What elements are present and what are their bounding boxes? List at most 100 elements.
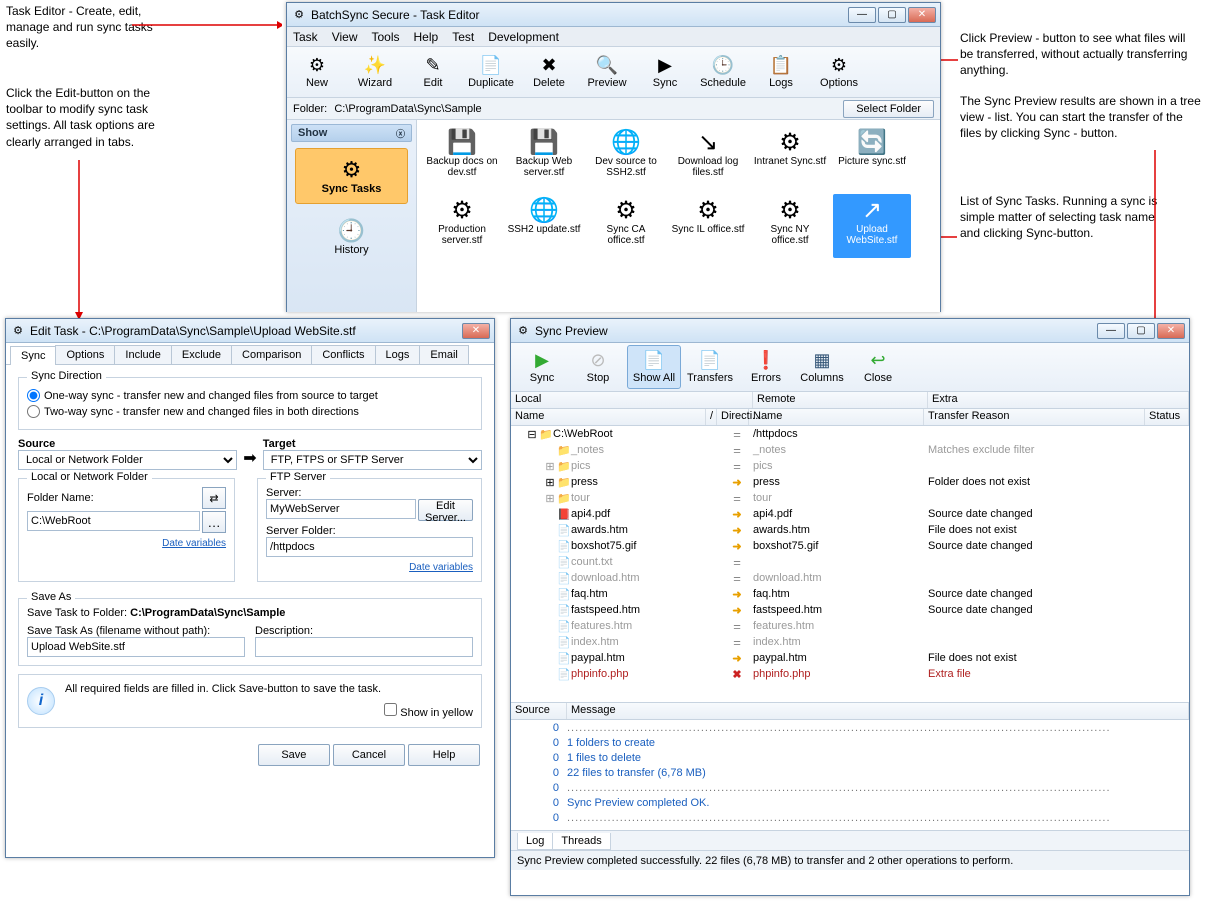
server-input[interactable]: [266, 499, 416, 519]
tree-row[interactable]: 📄faq.htm➜faq.htmSource date changed: [511, 586, 1189, 602]
tree-row[interactable]: ⊟📁C:\WebRoot=/httpdocs: [511, 426, 1189, 442]
log-col-source[interactable]: Source: [511, 703, 567, 719]
side-panel-header[interactable]: Show ⓧ: [291, 124, 412, 142]
menu-task[interactable]: Task: [293, 30, 318, 44]
pv-errors-button[interactable]: ❗Errors: [739, 345, 793, 389]
tree-row[interactable]: 📄boxshot75.gif➜boxshot75.gifSource date …: [511, 538, 1189, 554]
collapse-icon[interactable]: ⓧ: [396, 127, 405, 140]
titlebar[interactable]: ⚙ BatchSync Secure - Task Editor — ▢ ✕: [287, 3, 940, 27]
delete-button[interactable]: ✖Delete: [523, 49, 575, 95]
tree-row[interactable]: ⊞📁tour=tour: [511, 490, 1189, 506]
task-item[interactable]: 🌐SSH2 update.stf: [505, 194, 583, 258]
edit-button[interactable]: ✎Edit: [407, 49, 459, 95]
preview-button[interactable]: 🔍Preview: [581, 49, 633, 95]
titlebar[interactable]: ⚙ Edit Task - C:\ProgramData\Sync\Sample…: [6, 319, 494, 343]
task-item[interactable]: ⚙Sync CA office.stf: [587, 194, 665, 258]
logs-button[interactable]: 📋Logs: [755, 49, 807, 95]
side-item-sync-tasks[interactable]: ⚙Sync Tasks: [295, 148, 408, 204]
tree-row[interactable]: 📄awards.htm➜awards.htmFile does not exis…: [511, 522, 1189, 538]
new-button[interactable]: ⚙New: [291, 49, 343, 95]
tree-row[interactable]: ⊞📁press➜pressFolder does not exist: [511, 474, 1189, 490]
swap-button[interactable]: ⇄: [202, 487, 226, 509]
pv-showall-button[interactable]: 📄Show All: [627, 345, 681, 389]
tree-row[interactable]: 📕api4.pdf➜api4.pdfSource date changed: [511, 506, 1189, 522]
minimize-button[interactable]: —: [1097, 323, 1125, 339]
col-local[interactable]: Local: [511, 392, 753, 408]
duplicate-button[interactable]: 📄Duplicate: [465, 49, 517, 95]
tree-row[interactable]: 📄paypal.htm➜paypal.htmFile does not exis…: [511, 650, 1189, 666]
edit-server-button[interactable]: Edit Server...: [418, 499, 473, 521]
pv-close-button[interactable]: ↩Close: [851, 345, 905, 389]
browse-folder-button[interactable]: …: [202, 511, 226, 533]
save-button[interactable]: Save: [258, 744, 330, 766]
close-button[interactable]: ✕: [462, 323, 490, 339]
log-col-message[interactable]: Message: [567, 703, 1189, 719]
minimize-button[interactable]: —: [848, 7, 876, 23]
tree-row[interactable]: 📄count.txt=: [511, 554, 1189, 570]
col-direction[interactable]: Directi...: [717, 409, 749, 425]
close-button[interactable]: ✕: [908, 7, 936, 23]
tab-comparison[interactable]: Comparison: [231, 345, 312, 364]
pv-transfers-button[interactable]: 📄Transfers: [683, 345, 737, 389]
filename-input[interactable]: [27, 637, 245, 657]
menu-help[interactable]: Help: [414, 30, 439, 44]
cancel-button[interactable]: Cancel: [333, 744, 405, 766]
side-item-history[interactable]: 🕘History: [295, 210, 408, 264]
tree-row[interactable]: 📄phpinfo.php✖phpinfo.phpExtra file: [511, 666, 1189, 682]
titlebar[interactable]: ⚙ Sync Preview — ▢ ✕: [511, 319, 1189, 343]
show-yellow-checkbox[interactable]: [384, 703, 397, 716]
col-remote[interactable]: Remote: [753, 392, 928, 408]
pv-stop-button[interactable]: ⊘Stop: [571, 345, 625, 389]
file-tree[interactable]: ⊟📁C:\WebRoot=/httpdocs📁_notes=_notesMatc…: [511, 426, 1189, 702]
log-tab-log[interactable]: Log: [517, 833, 553, 850]
expand-icon[interactable]: ⊞: [543, 460, 557, 473]
target-type-select[interactable]: FTP, FTPS or SFTP Server: [263, 450, 482, 470]
tab-logs[interactable]: Logs: [375, 345, 421, 364]
log-tab-threads[interactable]: Threads: [552, 833, 610, 850]
col-name[interactable]: Name: [511, 409, 706, 425]
col-status[interactable]: Status: [1145, 409, 1189, 425]
tree-row[interactable]: 📄features.htm=features.htm: [511, 618, 1189, 634]
options-button[interactable]: ⚙Options: [813, 49, 865, 95]
pv-sync-button[interactable]: ▶Sync: [515, 345, 569, 389]
task-item[interactable]: 💾Backup docs on dev.stf: [423, 126, 501, 190]
pv-columns-button[interactable]: ▦Columns: [795, 345, 849, 389]
task-item[interactable]: 💾Backup Web server.stf: [505, 126, 583, 190]
col-remote-name[interactable]: Name: [749, 409, 924, 425]
menu-view[interactable]: View: [332, 30, 358, 44]
col-extra[interactable]: Extra: [928, 392, 1189, 408]
tree-row[interactable]: 📄index.htm=index.htm: [511, 634, 1189, 650]
tab-include[interactable]: Include: [114, 345, 171, 364]
one-way-radio[interactable]: [27, 389, 40, 402]
task-list-pane[interactable]: 💾Backup docs on dev.stf💾Backup Web serve…: [417, 120, 940, 312]
source-type-select[interactable]: Local or Network Folder: [18, 450, 237, 470]
help-button[interactable]: Help: [408, 744, 480, 766]
col-reason[interactable]: Transfer Reason: [924, 409, 1145, 425]
tab-options[interactable]: Options: [55, 345, 115, 364]
task-item[interactable]: ↘Download log files.stf: [669, 126, 747, 190]
tab-conflicts[interactable]: Conflicts: [311, 345, 375, 364]
task-item[interactable]: ⚙Production server.stf: [423, 194, 501, 258]
expand-icon[interactable]: ⊞: [543, 476, 557, 489]
task-item[interactable]: ⚙Sync IL office.stf: [669, 194, 747, 258]
maximize-button[interactable]: ▢: [878, 7, 906, 23]
menu-test[interactable]: Test: [452, 30, 474, 44]
task-item[interactable]: ⚙Sync NY office.stf: [751, 194, 829, 258]
task-item[interactable]: 🔄Picture sync.stf: [833, 126, 911, 190]
tree-row[interactable]: 📄fastspeed.htm➜fastspeed.htmSource date …: [511, 602, 1189, 618]
folder-name-input[interactable]: [27, 511, 200, 531]
date-variables-link[interactable]: Date variables: [409, 562, 473, 573]
task-item[interactable]: ⚙Intranet Sync.stf: [751, 126, 829, 190]
description-input[interactable]: [255, 637, 473, 657]
tree-row[interactable]: 📁_notes=_notesMatches exclude filter: [511, 442, 1189, 458]
tab-email[interactable]: Email: [419, 345, 469, 364]
menu-development[interactable]: Development: [488, 30, 559, 44]
tree-row[interactable]: ⊞📁pics=pics: [511, 458, 1189, 474]
tree-row[interactable]: 📄download.htm=download.htm: [511, 570, 1189, 586]
tab-exclude[interactable]: Exclude: [171, 345, 232, 364]
sync-button[interactable]: ▶Sync: [639, 49, 691, 95]
two-way-radio[interactable]: [27, 405, 40, 418]
maximize-button[interactable]: ▢: [1127, 323, 1155, 339]
menu-tools[interactable]: Tools: [371, 30, 399, 44]
task-item[interactable]: 🌐Dev source to SSH2.stf: [587, 126, 665, 190]
